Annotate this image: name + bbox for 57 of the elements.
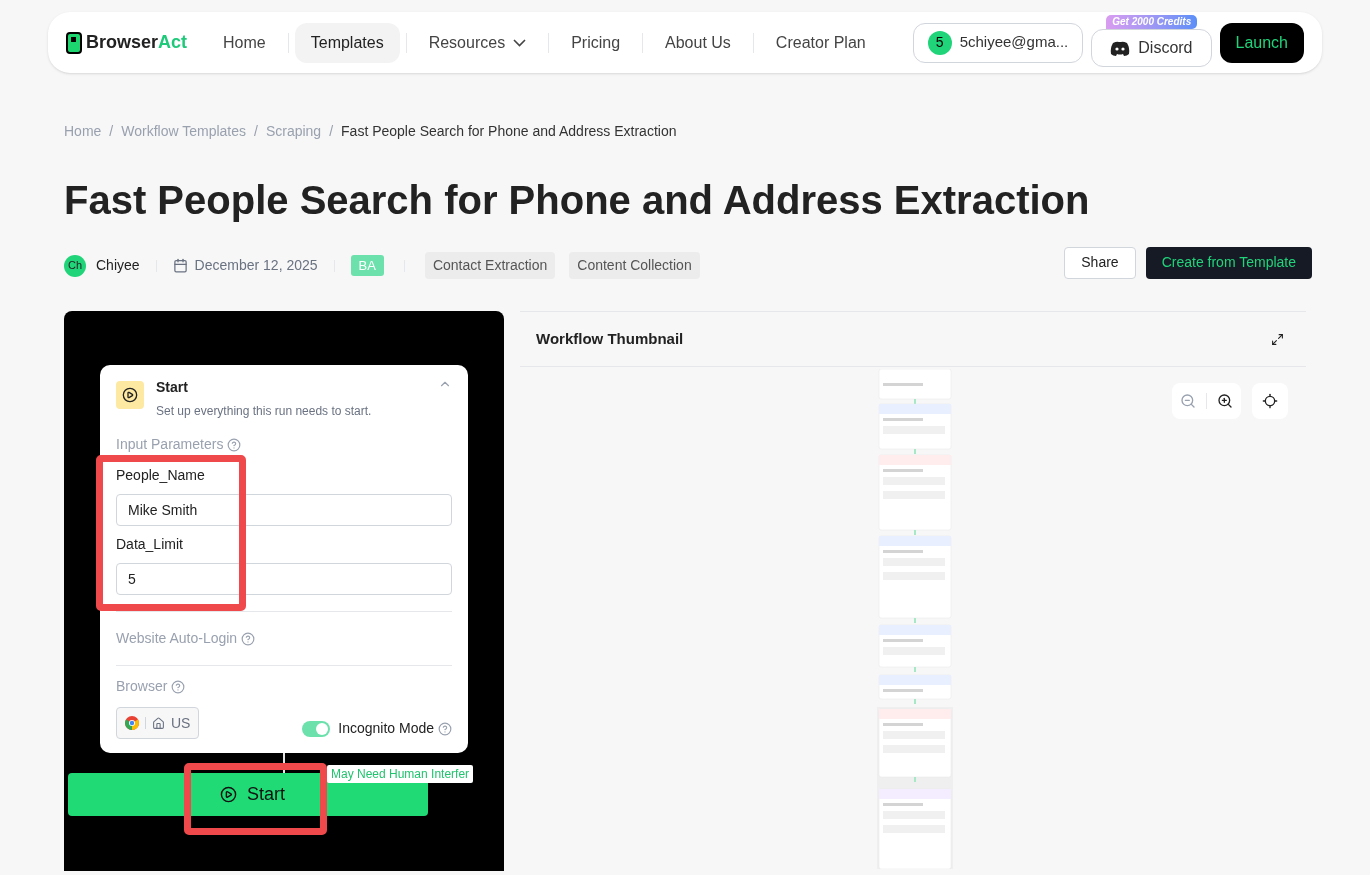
nav-link[interactable]: Home <box>207 22 282 63</box>
publish-date: December 12, 2025 <box>194 256 318 275</box>
zoom-in-icon[interactable] <box>1217 393 1233 409</box>
launch-button[interactable]: Launch <box>1219 22 1304 63</box>
discord-icon <box>1110 40 1131 56</box>
expand-icon[interactable] <box>1271 332 1284 346</box>
incognito-label: Incognito Mode <box>338 719 434 738</box>
logo-icon <box>66 31 82 54</box>
breadcrumb-separator: / <box>329 122 334 141</box>
play-icon <box>122 387 138 403</box>
play-icon <box>220 786 237 803</box>
nav-link[interactable]: Pricing <box>555 22 637 63</box>
parameter-input[interactable]: Mike Smith <box>116 494 452 526</box>
breadcrumb-separator: / <box>109 122 114 141</box>
incognito-toggle[interactable] <box>302 720 331 737</box>
section-label: Browser <box>116 677 168 696</box>
nav-link[interactable]: Resources <box>412 22 543 63</box>
ba-badge: BA <box>350 254 384 277</box>
field-label: Data_Limit <box>116 535 184 554</box>
author-avatar: Ch <box>64 254 86 277</box>
account-email: 5chiyee@gma... <box>959 32 1069 53</box>
parameter-input[interactable]: 5 <box>116 563 452 595</box>
discord-button[interactable]: Discord <box>1091 29 1212 67</box>
card-subtitle: Set up everything this run needs to start. <box>156 403 373 420</box>
warning-tag: May Need Human Interfer <box>327 765 474 783</box>
help-icon[interactable] <box>227 437 242 452</box>
locate-button[interactable] <box>1252 383 1288 419</box>
credits-badge: Get 2000 Credits <box>1106 15 1198 29</box>
nav-link[interactable]: About Us <box>649 22 747 63</box>
card-title: Start <box>156 378 189 397</box>
share-button[interactable]: Share <box>1064 246 1136 279</box>
breadcrumb-separator: / <box>254 122 258 141</box>
page-title: Fast People Search for Phone and Address Extraction <box>64 177 1091 224</box>
logo-text[interactable]: BrowserAct <box>86 29 188 56</box>
breadcrumb-item[interactable]: Fast People Search for Phone and Address Extraction <box>341 121 677 142</box>
locate-icon <box>1262 393 1278 409</box>
category-tag[interactable]: Contact Extraction <box>424 252 556 279</box>
account-avatar: 5 <box>927 30 952 55</box>
field-label: People_Name <box>116 466 206 485</box>
panel-title: Workflow Thumbnail <box>536 328 684 349</box>
section-label: Website Auto-Login <box>116 629 238 648</box>
home-icon <box>152 716 165 730</box>
zoom-out-icon[interactable] <box>1180 393 1196 409</box>
chevron-down-icon <box>513 38 527 47</box>
calendar-icon <box>172 258 188 273</box>
author-name[interactable]: Chiyee <box>96 255 140 276</box>
category-tag[interactable]: Content Collection <box>569 252 700 279</box>
help-icon[interactable] <box>438 721 452 736</box>
account-button[interactable]: 5 5chiyee@gma... <box>912 22 1084 63</box>
create-from-template-button[interactable]: Create from Template <box>1145 246 1312 279</box>
chrome-icon <box>125 716 139 730</box>
help-icon[interactable] <box>171 679 186 694</box>
section-label: Input Parameters <box>116 435 224 454</box>
nav-link[interactable]: Creator Plan <box>759 22 882 63</box>
help-icon[interactable] <box>241 631 256 646</box>
browser-selector[interactable]: US <box>116 707 200 739</box>
nav-link[interactable]: Templates <box>294 22 400 63</box>
